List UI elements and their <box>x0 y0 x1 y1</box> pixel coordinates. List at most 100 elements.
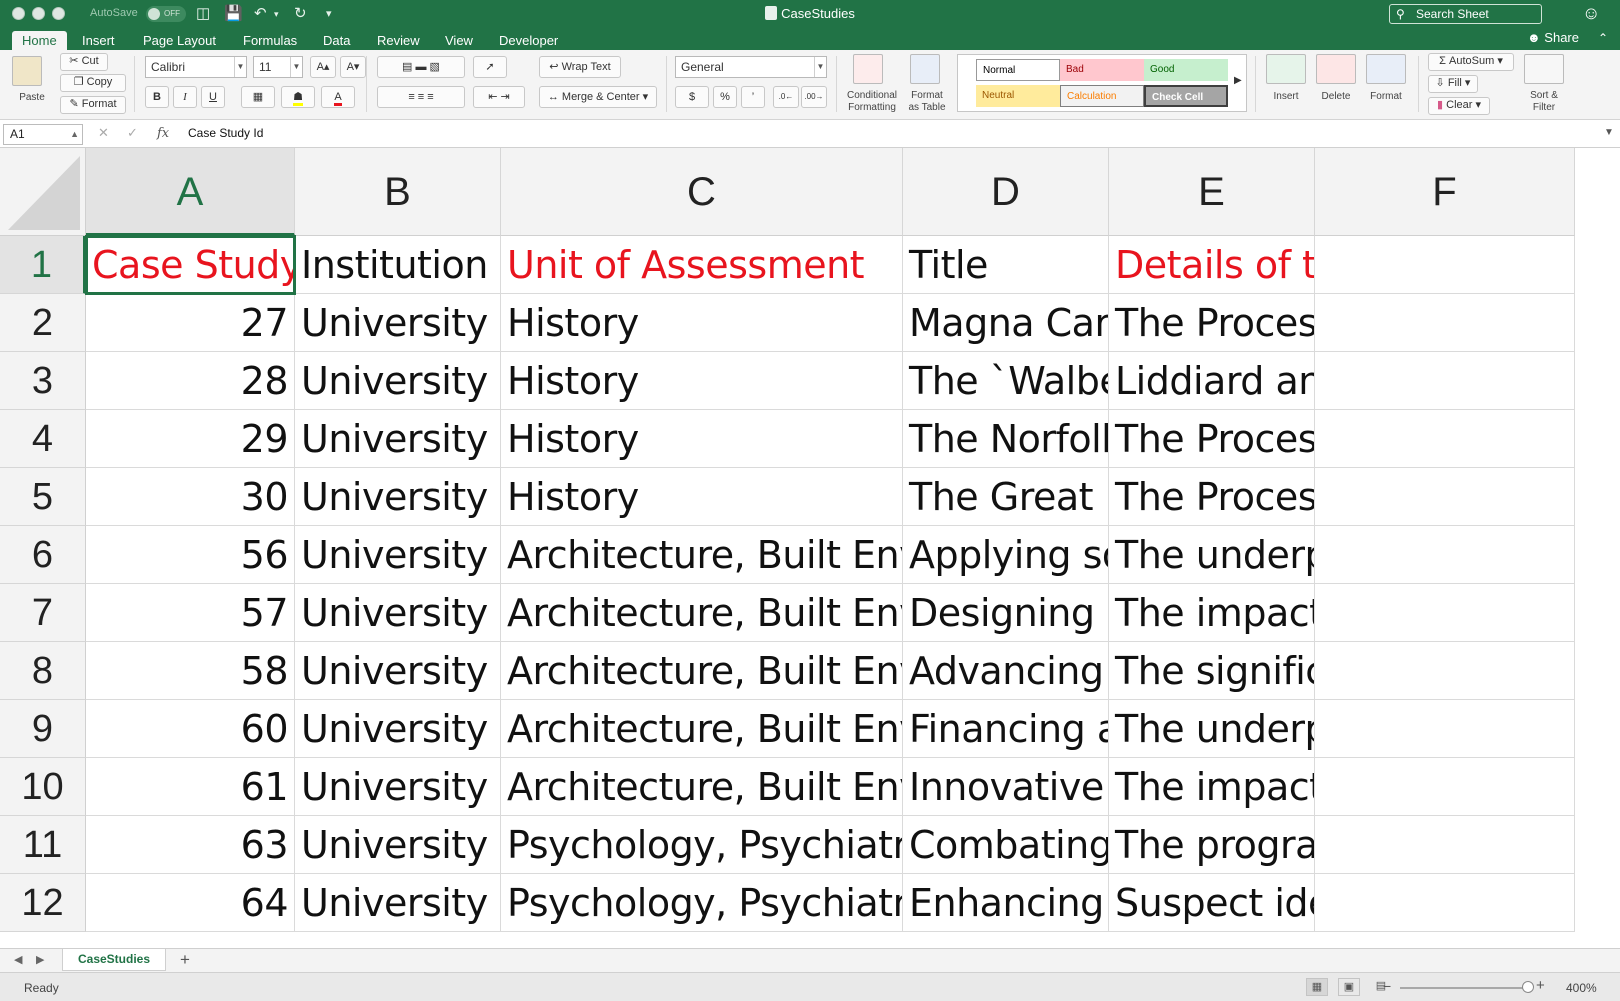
paste-icon[interactable] <box>12 56 42 86</box>
cell-b11[interactable]: University o <box>295 816 501 874</box>
cell-f2[interactable] <box>1315 294 1575 352</box>
cell-c7[interactable]: Architecture, Built Envi <box>501 584 903 642</box>
cell-a8[interactable]: 58 <box>86 642 295 700</box>
cell-b3[interactable]: University o <box>295 352 501 410</box>
style-normal[interactable]: Normal <box>976 59 1060 81</box>
cell-e8[interactable]: The significance of the und <box>1109 642 1315 700</box>
collapse-ribbon-icon[interactable]: ⌃ <box>1598 31 1608 45</box>
cell-e2[interactable]: The Process and Beneficiar <box>1109 294 1315 352</box>
cell-c8[interactable]: Architecture, Built Envi <box>501 642 903 700</box>
column-header-b[interactable]: B <box>295 148 501 236</box>
percent-button[interactable]: % <box>713 86 737 108</box>
style-good[interactable]: Good <box>1144 59 1228 81</box>
decrease-font-button[interactable]: A▾ <box>340 56 366 78</box>
column-header-f[interactable]: F <box>1315 148 1575 236</box>
row-header[interactable]: 4 <box>0 410 86 468</box>
zoom-slider-handle[interactable] <box>1522 981 1534 993</box>
tab-page-layout[interactable]: Page Layout <box>133 31 226 50</box>
cell-b5[interactable]: University o <box>295 468 501 526</box>
spreadsheet-grid[interactable]: A B C D E F 1 Case Study Institution Unit of Asse… <box>0 148 1620 948</box>
tab-formulas[interactable]: Formulas <box>233 31 307 50</box>
confirm-edit-icon[interactable]: ✓ <box>127 125 138 141</box>
format-as-table-icon[interactable] <box>910 54 940 84</box>
cell-f12[interactable] <box>1315 874 1575 932</box>
cell-d11[interactable]: Combating <box>903 816 1109 874</box>
zoom-slider[interactable] <box>1400 987 1528 989</box>
increase-decimal-button[interactable]: .0← <box>773 86 799 108</box>
delete-cells-icon[interactable] <box>1316 54 1356 84</box>
cell-c12[interactable]: Psychology, Psychiatry <box>501 874 903 932</box>
cell-b10[interactable]: University o <box>295 758 501 816</box>
expand-formula-bar-icon[interactable]: ▼ <box>1604 127 1614 138</box>
add-sheet-icon[interactable]: + <box>180 950 190 970</box>
row-header[interactable]: 2 <box>0 294 86 352</box>
row-header[interactable]: 10 <box>0 758 86 816</box>
autosum-button[interactable]: Σ AutoSum ▾ <box>1428 53 1514 71</box>
cell-b9[interactable]: University o <box>295 700 501 758</box>
cell-b4[interactable]: University o <box>295 410 501 468</box>
comma-button[interactable]: ’ <box>741 86 765 108</box>
decrease-decimal-button[interactable]: .00→ <box>801 86 827 108</box>
zoom-level[interactable]: 400% <box>1566 981 1597 995</box>
bold-button[interactable]: B <box>145 86 169 108</box>
gallery-more-icon[interactable]: ▶ <box>1234 75 1242 86</box>
cell-d10[interactable]: Innovative S <box>903 758 1109 816</box>
cell-f9[interactable] <box>1315 700 1575 758</box>
previous-sheet-icon[interactable]: ◀ <box>14 953 22 966</box>
cancel-edit-icon[interactable]: ✕ <box>98 125 109 141</box>
cell-f6[interactable] <box>1315 526 1575 584</box>
style-neutral[interactable]: Neutral <box>976 85 1060 107</box>
number-format-select[interactable]: General ▼ <box>675 56 827 78</box>
cell-f10[interactable] <box>1315 758 1575 816</box>
cell-a6[interactable]: 56 <box>86 526 295 584</box>
cell-d7[interactable]: Designing N <box>903 584 1109 642</box>
cell-b7[interactable]: University o <box>295 584 501 642</box>
cell-e5[interactable]: The Process: Rawcliffe, the <box>1109 468 1315 526</box>
insert-function-icon[interactable]: fx <box>157 126 169 141</box>
cell-a11[interactable]: 63 <box>86 816 295 874</box>
clear-button[interactable]: ▮ Clear ▾ <box>1428 97 1490 115</box>
fill-button[interactable]: ⇩ Fill ▾ <box>1428 75 1478 93</box>
cell-a7[interactable]: 57 <box>86 584 295 642</box>
cell-e3[interactable]: Liddiard and Sims' researc <box>1109 352 1315 410</box>
row-header[interactable]: 12 <box>0 874 86 932</box>
column-header-a[interactable]: A <box>86 148 295 236</box>
tab-developer[interactable]: Developer <box>489 31 568 50</box>
tab-home[interactable]: Home <box>12 31 67 50</box>
conditional-formatting-icon[interactable] <box>853 54 883 84</box>
merge-center-button[interactable]: ↔ Merge & Center ▾ <box>539 86 657 108</box>
cell-d4[interactable]: The Norfolk <box>903 410 1109 468</box>
increase-font-button[interactable]: A▴ <box>310 56 336 78</box>
cell-e12[interactable]: Suspect identification from <box>1109 874 1315 932</box>
column-header-d[interactable]: D <box>903 148 1109 236</box>
horizontal-align-buttons[interactable]: ≡ ≡ ≡ <box>377 86 465 108</box>
fill-color-button[interactable]: ☗ <box>281 86 315 108</box>
cell-e6[interactable]: The underpinning research <box>1109 526 1315 584</box>
cell-a5[interactable]: 30 <box>86 468 295 526</box>
cell-e10[interactable]: The impact of the underpin <box>1109 758 1315 816</box>
cell-c10[interactable]: Architecture, Built Envi <box>501 758 903 816</box>
cell-e9[interactable]: The underpinning research <box>1109 700 1315 758</box>
style-bad[interactable]: Bad <box>1060 59 1144 81</box>
tab-view[interactable]: View <box>435 31 483 50</box>
page-layout-view-icon[interactable]: ▣ <box>1338 978 1360 996</box>
tab-data[interactable]: Data <box>313 31 360 50</box>
cell-d9[interactable]: Financing an <box>903 700 1109 758</box>
currency-button[interactable]: $ <box>675 86 709 108</box>
cell-f8[interactable] <box>1315 642 1575 700</box>
underline-button[interactable]: U <box>201 86 225 108</box>
column-header-e[interactable]: E <box>1109 148 1315 236</box>
row-header[interactable]: 7 <box>0 584 86 642</box>
cell-e4[interactable]: The Process: The project be <box>1109 410 1315 468</box>
cell-c4[interactable]: History <box>501 410 903 468</box>
formula-input[interactable]: Case Study Id <box>188 126 263 140</box>
cell-b8[interactable]: University o <box>295 642 501 700</box>
tab-review[interactable]: Review <box>367 31 430 50</box>
style-check-cell[interactable]: Check Cell <box>1144 85 1228 107</box>
italic-button[interactable]: I <box>173 86 197 108</box>
borders-button[interactable]: ▦ <box>241 86 275 108</box>
feedback-smiley-icon[interactable]: ☺ <box>1582 3 1600 24</box>
cell-a3[interactable]: 28 <box>86 352 295 410</box>
cell-d8[interactable]: Advancing S <box>903 642 1109 700</box>
row-header[interactable]: 6 <box>0 526 86 584</box>
